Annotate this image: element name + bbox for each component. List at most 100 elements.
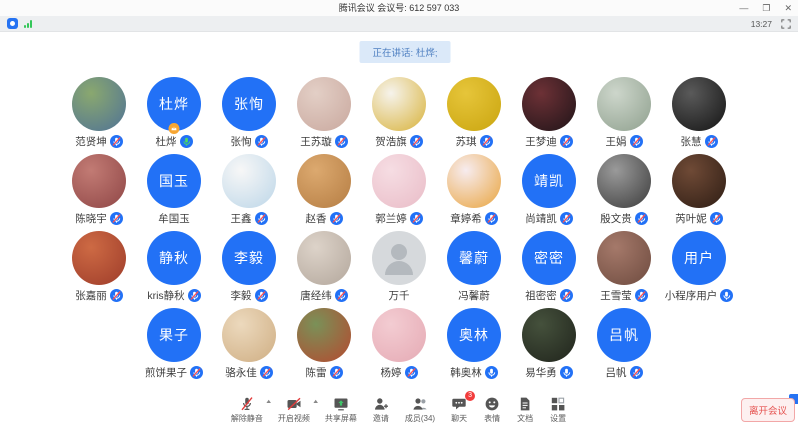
screen-share-icon	[332, 395, 350, 412]
toolbar-reactions-button[interactable]: 表情	[483, 395, 501, 427]
participant-cell[interactable]: 果子煎饼果子	[137, 308, 212, 385]
toolbar-label: 表情	[484, 413, 500, 424]
participant-cell[interactable]: 王鑫	[212, 154, 287, 231]
restore-icon[interactable]: ❐	[762, 0, 770, 16]
mic-status-icon	[255, 135, 268, 148]
participant-name-row: 唐经纬	[300, 288, 348, 303]
participant-name: 韩奥林	[450, 365, 482, 380]
toolbar-settings-button[interactable]: 设置	[549, 395, 567, 427]
participant-cell[interactable]: 杜烨杜烨	[137, 77, 212, 154]
participant-avatar	[72, 77, 126, 131]
participant-cell[interactable]: 殷文贵	[587, 154, 662, 231]
participant-cell[interactable]: 范贤坤	[62, 77, 137, 154]
participant-cell[interactable]: 国玉牟国玉	[137, 154, 212, 231]
participant-name-row: 王雪莹	[600, 288, 648, 303]
participant-cell[interactable]: 陈雷	[287, 308, 362, 385]
toolbar-members-button[interactable]: 成员(34)	[405, 395, 435, 427]
caret-up-icon[interactable]: ▲	[312, 399, 320, 405]
participant-avatar	[372, 154, 426, 208]
participant-cell[interactable]: 陈晓宇	[62, 154, 137, 231]
participant-avatar	[372, 308, 426, 362]
participant-cell[interactable]: 唐经纬	[287, 231, 362, 308]
participant-cell[interactable]: 万千	[362, 231, 437, 308]
toolbar-invite-button[interactable]: 邀请	[372, 395, 390, 427]
participant-cell[interactable]: 静秋 kris静秋	[137, 231, 212, 308]
toolbar-chat-button[interactable]: 聊天3	[450, 395, 468, 427]
security-shield-icon[interactable]	[7, 18, 18, 29]
participant-cell[interactable]: 用户小程序用户	[662, 231, 737, 308]
toolbar-unmute-button[interactable]: 解除静音▲	[231, 395, 263, 427]
participant-name-row: 尚靖凯	[525, 211, 573, 226]
close-icon[interactable]: ✕	[784, 0, 792, 16]
participant-cell[interactable]: 王雪莹	[587, 231, 662, 308]
participant-cell[interactable]: 靖凯尚靖凯	[512, 154, 587, 231]
invite-icon	[372, 395, 390, 412]
mic-status-icon	[635, 289, 648, 302]
participant-cell[interactable]: 芮叶妮	[662, 154, 737, 231]
participant-avatar: 密密	[522, 231, 576, 285]
participant-cell[interactable]: 王梦迪	[512, 77, 587, 154]
participant-name: 赵香	[306, 211, 327, 226]
participant-avatar: 吕帆	[597, 308, 651, 362]
participant-name: 王雪莹	[600, 288, 632, 303]
participant-name-row: 煎饼果子	[145, 365, 203, 380]
participant-cell[interactable]: 王娟	[587, 77, 662, 154]
participant-name-row: 杜烨	[156, 134, 193, 149]
grid-row: 范贤坤杜烨杜烨张恂张恂王苏璇贺浩旗苏琪王梦迪王娟张慧	[0, 77, 798, 154]
clock-label: 13:27	[751, 19, 772, 29]
smiley-icon	[483, 395, 501, 412]
participant-cell[interactable]: 奥林韩奥林	[437, 308, 512, 385]
participant-avatar: 张恂	[222, 77, 276, 131]
participant-cell[interactable]: 吕帆吕帆	[587, 308, 662, 385]
participant-name: 易华勇	[525, 365, 557, 380]
meeting-main-area: 正在讲话: 杜烨; 范贤坤杜烨杜烨张恂张恂王苏璇贺浩旗苏琪王梦迪王娟张慧陈晓宇国…	[0, 33, 798, 427]
participant-cell[interactable]: 章婷希	[437, 154, 512, 231]
participant-avatar: 静秋	[147, 231, 201, 285]
participant-name: 吕帆	[606, 365, 627, 380]
camera-off-icon	[285, 395, 303, 412]
fullscreen-icon[interactable]	[781, 19, 791, 29]
participant-cell[interactable]: 赵香	[287, 154, 362, 231]
participant-cell[interactable]: 郭兰婷	[362, 154, 437, 231]
participant-cell[interactable]: 贺浩旗	[362, 77, 437, 154]
toolbar-share-screen-button[interactable]: 共享屏幕	[325, 395, 357, 427]
participant-cell[interactable]: 张嘉丽	[62, 231, 137, 308]
participant-cell[interactable]: 王苏璇	[287, 77, 362, 154]
participant-avatar	[297, 77, 351, 131]
participant-cell[interactable]: 苏琪	[437, 77, 512, 154]
bottom-toolbar: 解除静音▲ 开启视频▲ 共享屏幕邀请 成员(34) 聊天3 表情 文档设置	[0, 393, 798, 427]
minimize-icon[interactable]: —	[739, 0, 748, 16]
participant-name: 张恂	[231, 134, 252, 149]
participant-cell[interactable]: 张慧	[662, 77, 737, 154]
participant-name-row: 郭兰婷	[375, 211, 423, 226]
participant-name: 唐经纬	[300, 288, 332, 303]
status-bar: 13:27	[0, 16, 798, 32]
participant-avatar	[522, 77, 576, 131]
participant-cell[interactable]: 易华勇	[512, 308, 587, 385]
mic-status-icon	[710, 212, 723, 225]
participant-cell[interactable]: 密密祖密密	[512, 231, 587, 308]
mic-status-icon	[635, 212, 648, 225]
participant-cell[interactable]: 馨蔚冯馨蔚	[437, 231, 512, 308]
participant-name: kris静秋	[147, 288, 184, 303]
participant-cell[interactable]: 李毅李毅	[212, 231, 287, 308]
participant-name-row: 陈晓宇	[75, 211, 123, 226]
mic-status-icon	[480, 135, 493, 148]
participant-cell[interactable]: 杨婷	[362, 308, 437, 385]
participant-cell[interactable]: 张恂张恂	[212, 77, 287, 154]
participant-avatar: 靖凯	[522, 154, 576, 208]
participant-cell[interactable]: 骆永佳	[212, 308, 287, 385]
participant-name: 万千	[389, 288, 410, 303]
toolbar-label: 邀请	[373, 413, 389, 424]
participant-name-row: 小程序用户	[665, 288, 734, 303]
participant-name-row: 骆永佳	[225, 365, 273, 380]
participant-name: 骆永佳	[225, 365, 257, 380]
toolbar-label: 设置	[550, 413, 566, 424]
caret-up-icon[interactable]: ▲	[265, 399, 273, 405]
leave-meeting-button[interactable]: 离开会议	[741, 398, 795, 422]
participant-avatar: 馨蔚	[447, 231, 501, 285]
participant-name-row: 张恂	[231, 134, 268, 149]
toolbar-docs-button[interactable]: 文档	[516, 395, 534, 427]
toolbar-start-video-button[interactable]: 开启视频▲	[278, 395, 310, 427]
participant-avatar: 果子	[147, 308, 201, 362]
